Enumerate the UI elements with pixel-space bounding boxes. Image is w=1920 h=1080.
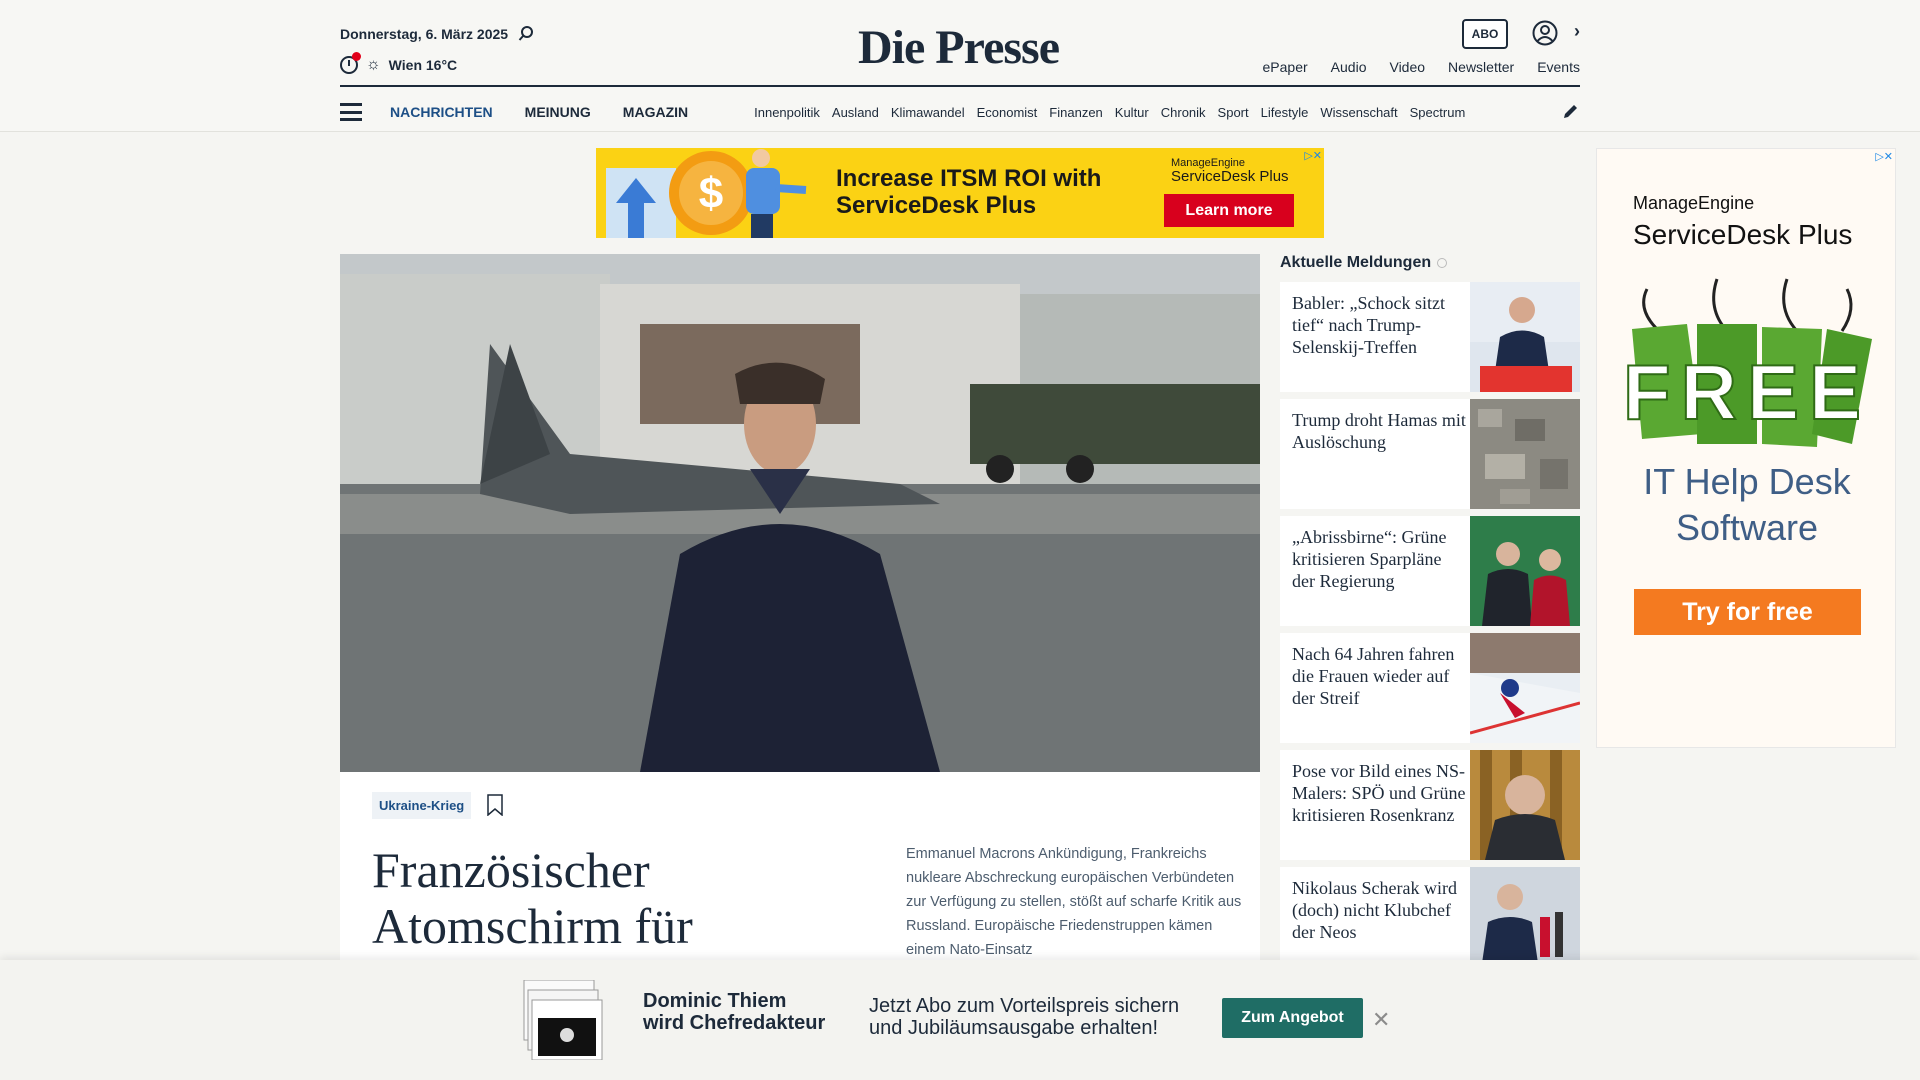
newspaper-stack-image: [523, 980, 603, 1060]
nav-magazin[interactable]: MAGAZIN: [623, 104, 688, 120]
link-events[interactable]: Events: [1537, 59, 1580, 75]
news-title[interactable]: „Abrissbirne“: Grüne kritisieren Sparplä…: [1292, 526, 1468, 592]
header-divider: [340, 85, 1580, 87]
sky-ad-product: ServiceDesk Plus: [1633, 219, 1853, 250]
menu-icon[interactable]: [340, 103, 362, 121]
ad-close-icon[interactable]: ▷✕: [1304, 149, 1322, 162]
close-icon[interactable]: ✕: [1372, 1007, 1390, 1033]
hero-title[interactable]: Französischer Atomschirm für: [372, 842, 892, 954]
news-thumbnail[interactable]: [1470, 633, 1580, 743]
nav-sections: NACHRICHTEN MEINUNG MAGAZIN: [390, 104, 688, 120]
site-logo[interactable]: Die Presse: [858, 20, 1060, 75]
link-epaper[interactable]: ePaper: [1263, 59, 1308, 75]
promo-headline-line-1: Dominic Thiem: [643, 990, 787, 1012]
main-nav: NACHRICHTEN MEINUNG MAGAZIN Innenpolitik…: [340, 100, 1580, 124]
site-header: Donnerstag, 6. März 2025 ☼ Wien 16°C Die…: [0, 0, 1920, 132]
abo-button[interactable]: ABO: [1462, 19, 1508, 49]
hero-lead: Emmanuel Macrons Ankündigung, Frankreich…: [906, 846, 1242, 958]
news-title[interactable]: Pose vor Bild eines NS-Malers: SPÖ und G…: [1292, 760, 1468, 826]
nav-kultur[interactable]: Kultur: [1115, 105, 1149, 120]
news-item[interactable]: Trump droht Hamas mit Auslöschung: [1280, 399, 1580, 509]
nav-meinung[interactable]: MEINUNG: [525, 104, 591, 120]
free-tag-text: FREE: [1623, 348, 1871, 436]
nav-economist[interactable]: Economist: [977, 105, 1038, 120]
banner-ad[interactable]: $ Increase ITSM ROI with ServiceDesk Plu…: [596, 148, 1324, 238]
ad-illustration: $: [606, 149, 807, 238]
hero-article[interactable]: Ukraine-Krieg Französischer Atomschirm f…: [340, 254, 1260, 1080]
live-icon: [1437, 258, 1448, 268]
promo-text-line-2: und Jubiläumsausgabe erhalten!: [869, 1017, 1159, 1039]
nav-ausland[interactable]: Ausland: [832, 105, 879, 120]
sun-icon: ☼: [366, 56, 381, 73]
nav-nachrichten[interactable]: NACHRICHTEN: [390, 104, 493, 120]
skyscraper-ad[interactable]: ManageEngine ServiceDesk Plus FREE IT He…: [1596, 148, 1896, 748]
latest-news-sidebar: Aktuelle Meldungen Babler: „Schock sitzt…: [1280, 254, 1580, 984]
date-line: Donnerstag, 6. März 2025: [340, 26, 534, 42]
sidebar-heading-text: Aktuelle Meldungen: [1280, 254, 1432, 271]
link-newsletter[interactable]: Newsletter: [1448, 59, 1514, 75]
chevron-right-icon[interactable]: ›: [1574, 21, 1580, 42]
topic-tag[interactable]: Ukraine-Krieg: [372, 792, 472, 819]
news-item[interactable]: „Abrissbirne“: Grüne kritisieren Sparplä…: [1280, 516, 1580, 626]
zum-angebot-button[interactable]: Zum Angebot: [1222, 998, 1363, 1038]
ad-headline-line-2: ServiceDesk Plus: [836, 192, 1037, 219]
nav-finanzen[interactable]: Finanzen: [1049, 105, 1102, 120]
nav-lifestyle[interactable]: Lifestyle: [1261, 105, 1309, 120]
ad-headline: Increase ITSM ROI with ServiceDesk Plus: [836, 165, 1101, 219]
news-title[interactable]: Trump droht Hamas mit Auslöschung: [1292, 409, 1468, 453]
ad-headline-line-1: Increase ITSM ROI with: [836, 165, 1102, 192]
sidebar-heading: Aktuelle Meldungen: [1280, 254, 1580, 272]
news-thumbnail[interactable]: [1470, 282, 1580, 392]
notification-dot: [352, 52, 361, 61]
nav-categories: Innenpolitik Ausland Klimawandel Economi…: [754, 105, 1514, 120]
hero-image[interactable]: [340, 254, 1260, 772]
svg-text:$: $: [699, 169, 723, 218]
ad-close-icon[interactable]: ▷✕: [1875, 150, 1893, 163]
news-thumbnail[interactable]: [1470, 516, 1580, 626]
subscription-promo-bar: Dominic Thiem wird Chefredakteur Jetzt A…: [0, 960, 1920, 1080]
ad-product-name: ServiceDesk Plus: [1171, 168, 1289, 185]
news-title[interactable]: Nach 64 Jahren fahren die Frauen wieder …: [1292, 643, 1468, 709]
weather-line: ☼ Wien 16°C: [340, 52, 458, 74]
nav-klimawandel[interactable]: Klimawandel: [891, 105, 965, 120]
news-thumbnail[interactable]: [1470, 750, 1580, 860]
free-tag-graphic: FREE: [1622, 278, 1872, 447]
user-icon[interactable]: [1532, 20, 1558, 46]
sky-ad-brand: ManageEngine: [1633, 193, 1755, 213]
bookmark-icon[interactable]: [486, 794, 504, 816]
news-title[interactable]: Babler: „Schock sitzt tief“ nach Trump-S…: [1292, 292, 1468, 358]
link-audio[interactable]: Audio: [1331, 59, 1367, 75]
promo-text-line-1: Jetzt Abo zum Vorteilspreis sichern: [869, 995, 1180, 1017]
news-item[interactable]: Babler: „Schock sitzt tief“ nach Trump-S…: [1280, 282, 1580, 392]
promo-text: Jetzt Abo zum Vorteilspreis sichern und …: [869, 995, 1179, 1039]
news-thumbnail[interactable]: [1470, 399, 1580, 509]
link-video[interactable]: Video: [1389, 59, 1425, 75]
nav-chronik[interactable]: Chronik: [1161, 105, 1206, 120]
promo-headline-line-2: wird Chefredakteur: [643, 1012, 826, 1034]
weather-text[interactable]: Wien 16°C: [389, 57, 458, 73]
sky-ad-heading: IT Help Desk Software: [1597, 459, 1895, 551]
current-date: Donnerstag, 6. März 2025: [340, 26, 509, 42]
search-icon[interactable]: [518, 26, 534, 42]
news-item[interactable]: Pose vor Bild eines NS-Malers: SPÖ und G…: [1280, 750, 1580, 860]
top-links: ePaper Audio Video Newsletter Events: [1263, 59, 1580, 75]
header-inner: Donnerstag, 6. März 2025 ☼ Wien 16°C Die…: [340, 0, 1580, 132]
ad-brand: ManageEngine ServiceDesk Plus: [1171, 157, 1289, 185]
nav-sport[interactable]: Sport: [1218, 105, 1249, 120]
pen-icon[interactable]: [1562, 102, 1580, 120]
promo-headline: Dominic Thiem wird Chefredakteur: [643, 990, 825, 1034]
nav-wissenschaft[interactable]: Wissenschaft: [1320, 105, 1397, 120]
nav-innenpolitik[interactable]: Innenpolitik: [754, 105, 820, 120]
nav-spectrum[interactable]: Spectrum: [1410, 105, 1466, 120]
sky-ad-heading-line-1: IT Help Desk: [1643, 461, 1851, 502]
ad-learn-more-button[interactable]: Learn more: [1164, 194, 1294, 227]
sky-ad-heading-line-2: Software: [1675, 507, 1819, 548]
news-item[interactable]: Nach 64 Jahren fahren die Frauen wieder …: [1280, 633, 1580, 743]
try-for-free-button[interactable]: Try for free: [1634, 589, 1861, 635]
news-title[interactable]: Nikolaus Scherak wird (doch) nicht Klubc…: [1292, 877, 1468, 943]
clock-icon[interactable]: [340, 52, 361, 74]
